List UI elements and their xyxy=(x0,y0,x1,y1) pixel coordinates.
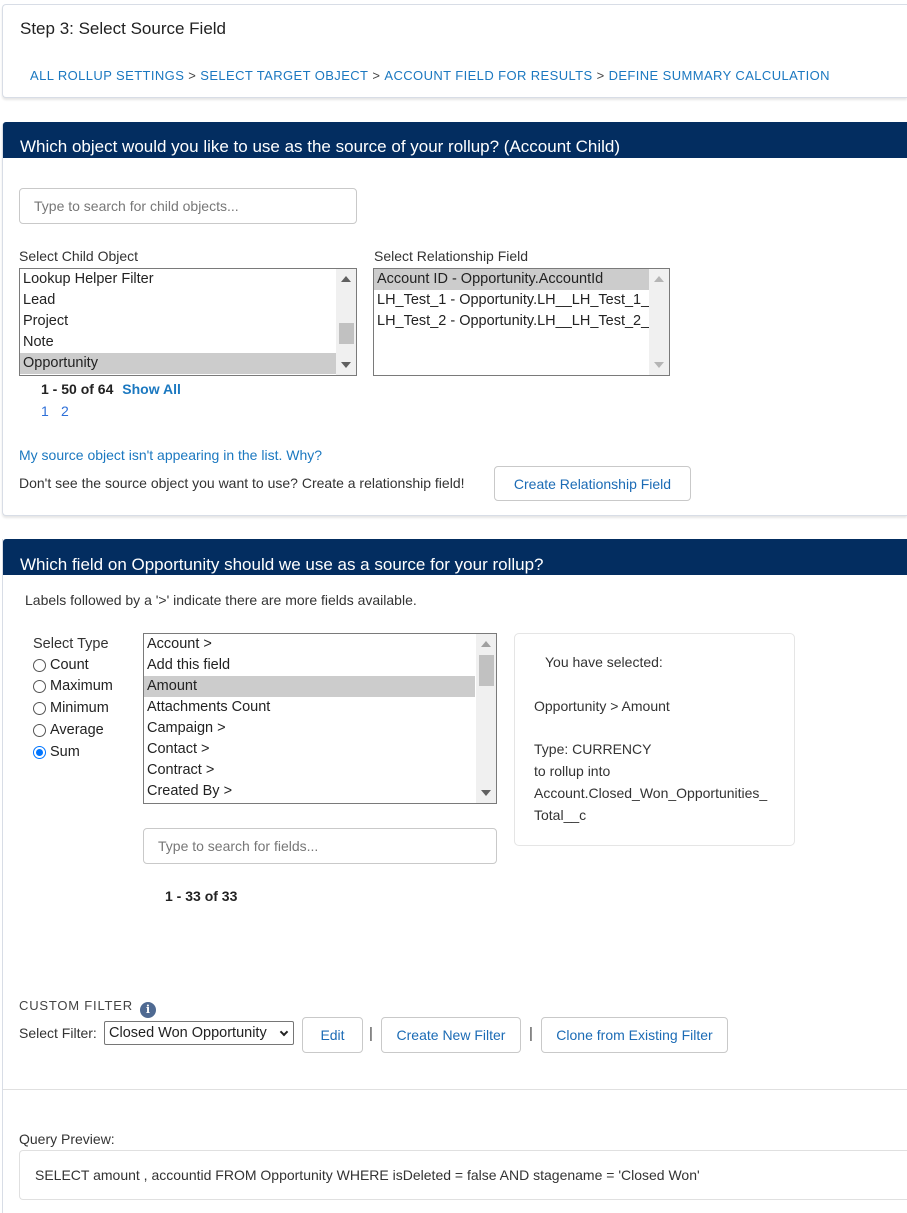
filter-select[interactable]: Closed Won Opportunity xyxy=(104,1021,294,1045)
radio-button[interactable] xyxy=(33,679,46,693)
create-new-filter-button[interactable]: Create New Filter xyxy=(381,1017,521,1053)
relationship-field-scrollbar[interactable] xyxy=(649,269,669,375)
show-all-link[interactable]: Show All xyxy=(122,381,181,397)
query-preview-box: SELECT amount , accountid FROM Opportuni… xyxy=(19,1150,907,1200)
select-type-label: Select Type xyxy=(33,636,109,652)
pagination-count-text: 1 - 50 of 64 xyxy=(41,381,114,397)
breadcrumb-separator: > xyxy=(188,68,197,83)
field-option[interactable]: Campaign > xyxy=(144,718,496,739)
selection-path: Opportunity > Amount xyxy=(534,698,670,714)
custom-filter-heading: CUSTOM FILTER i xyxy=(19,998,157,1018)
clone-existing-filter-button[interactable]: Clone from Existing Filter xyxy=(541,1017,728,1053)
source-field-card-border xyxy=(2,539,3,1213)
source-field-title: Which field on Opportunity should we use… xyxy=(20,555,544,574)
child-object-scrollbar[interactable] xyxy=(336,269,356,375)
type-radio-minimum[interactable]: Minimum xyxy=(33,698,109,718)
breadcrumb: ALL ROLLUP SETTINGS > SELECT TARGET OBJECT… xyxy=(30,68,830,83)
child-object-listbox[interactable]: Lookup Helper Filter Lead Project Note O… xyxy=(19,268,357,376)
source-field-listbox[interactable]: Account > Add this field Amount Attachme… xyxy=(143,633,497,804)
radio-button[interactable] xyxy=(33,701,46,715)
source-object-title: Which object would you like to use as th… xyxy=(20,137,621,156)
type-radio-count[interactable]: Count xyxy=(33,655,89,675)
rollup-target-line2: Total__c xyxy=(534,807,587,823)
scroll-up-arrow-icon[interactable] xyxy=(481,641,491,647)
child-object-option[interactable]: Lookup Helper Filter xyxy=(20,269,356,290)
divider xyxy=(3,1089,907,1090)
breadcrumb-all-rollup-settings[interactable]: ALL ROLLUP SETTINGS xyxy=(30,68,184,83)
relationship-field-listbox[interactable]: Account ID - Opportunity.AccountId LH_Te… xyxy=(373,268,670,376)
field-option[interactable]: Add this field xyxy=(144,655,496,676)
filter-select-value: Closed Won Opportunity xyxy=(109,1025,267,1041)
select-filter-label: Select Filter: xyxy=(19,1025,97,1041)
field-option[interactable]: Contract > xyxy=(144,760,496,781)
breadcrumb-define-summary-calculation[interactable]: DEFINE SUMMARY CALCULATION xyxy=(609,68,830,83)
type-radio-sum[interactable]: Sum xyxy=(33,742,80,762)
edit-filter-button[interactable]: Edit xyxy=(302,1017,363,1053)
selection-heading: You have selected: xyxy=(545,654,663,670)
field-hint-text: Labels followed by a '>' indicate there … xyxy=(25,592,417,608)
field-option[interactable]: Attachments Count xyxy=(144,697,496,718)
child-object-option-selected[interactable]: Opportunity xyxy=(20,353,336,374)
radio-button[interactable] xyxy=(33,723,46,737)
child-object-search-input[interactable] xyxy=(19,188,357,224)
scroll-down-arrow-icon[interactable] xyxy=(341,362,351,368)
type-radio-maximum[interactable]: Maximum xyxy=(33,676,113,696)
breadcrumb-separator: > xyxy=(372,68,381,83)
radio-button-checked[interactable] xyxy=(33,745,46,759)
page-link-2[interactable]: 2 xyxy=(61,403,69,419)
radio-label: Maximum xyxy=(50,678,113,694)
scroll-up-arrow-icon[interactable] xyxy=(341,276,351,282)
child-object-option[interactable]: Lead xyxy=(20,290,356,311)
scroll-down-arrow-icon[interactable] xyxy=(481,790,491,796)
create-relationship-field-button[interactable]: Create Relationship Field xyxy=(494,466,691,501)
radio-button[interactable] xyxy=(33,658,46,672)
create-relationship-prompt: Don't see the source object you want to … xyxy=(19,475,465,491)
relationship-field-option-selected[interactable]: Account ID - Opportunity.AccountId xyxy=(374,269,649,290)
info-icon[interactable]: i xyxy=(140,1002,157,1018)
field-count-text: 1 - 33 of 33 xyxy=(165,888,238,904)
field-option[interactable]: Account > xyxy=(144,634,496,655)
child-object-pagination-count: 1 - 50 of 64 Show All xyxy=(41,381,181,397)
selection-summary-box: You have selected: Opportunity > Amount … xyxy=(514,633,795,846)
source-field-scrollbar[interactable] xyxy=(476,634,496,803)
source-object-help-link[interactable]: My source object isn't appearing in the … xyxy=(19,447,322,463)
child-object-option[interactable]: Project xyxy=(20,311,356,332)
separator: | xyxy=(369,1025,373,1042)
child-object-label: Select Child Object xyxy=(19,248,139,264)
radio-label: Sum xyxy=(50,744,80,760)
selection-type: Type: CURRENCY xyxy=(534,741,652,757)
custom-filter-heading-text: CUSTOM FILTER xyxy=(19,998,133,1013)
relationship-field-option[interactable]: LH_Test_2 - Opportunity.LH__LH_Test_2__c xyxy=(374,311,649,332)
field-option[interactable]: Contact > xyxy=(144,739,496,760)
rollup-target-line1: Account.Closed_Won_Opportunities_ xyxy=(534,785,768,801)
breadcrumb-separator: > xyxy=(596,68,605,83)
field-option[interactable]: Created By > xyxy=(144,781,496,802)
query-preview-label: Query Preview: xyxy=(19,1131,115,1147)
scrollbar-thumb[interactable] xyxy=(339,323,354,344)
source-object-header-band: Which object would you like to use as th… xyxy=(3,122,907,158)
breadcrumb-select-target-object[interactable]: SELECT TARGET OBJECT xyxy=(200,68,368,83)
scroll-down-arrow-icon[interactable] xyxy=(654,362,664,368)
field-search-input[interactable] xyxy=(143,828,497,864)
chevron-down-icon xyxy=(279,1027,289,1037)
type-radio-average[interactable]: Average xyxy=(33,720,104,740)
page-link-1[interactable]: 1 xyxy=(41,403,49,419)
breadcrumb-account-field-for-results[interactable]: ACCOUNT FIELD FOR RESULTS xyxy=(384,68,592,83)
scrollbar-thumb[interactable] xyxy=(479,655,494,686)
radio-label: Minimum xyxy=(50,700,109,716)
page-title: Step 3: Select Source Field xyxy=(20,19,227,38)
relationship-field-option[interactable]: LH_Test_1 - Opportunity.LH__LH_Test_1__c xyxy=(374,290,649,311)
radio-label: Count xyxy=(50,657,89,673)
scroll-up-arrow-icon[interactable] xyxy=(654,276,664,282)
child-object-option[interactable]: Note xyxy=(20,332,356,353)
separator: | xyxy=(529,1025,533,1042)
field-option-selected[interactable]: Amount xyxy=(144,676,475,697)
radio-label: Average xyxy=(50,722,104,738)
source-field-header-band: Which field on Opportunity should we use… xyxy=(3,539,907,575)
relationship-field-label: Select Relationship Field xyxy=(374,248,529,264)
rollup-into-label: to rollup into xyxy=(534,763,611,779)
